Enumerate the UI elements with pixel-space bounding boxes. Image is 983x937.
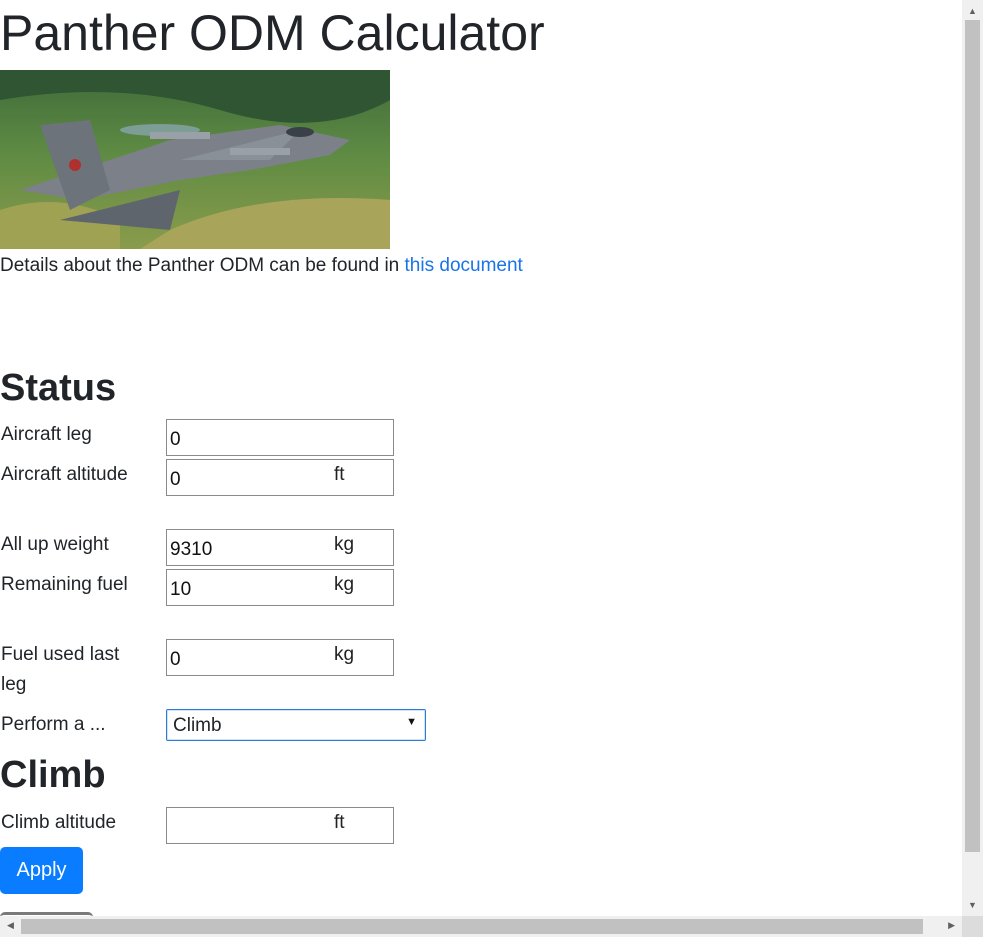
all-up-weight-field[interactable]: kg (166, 529, 394, 566)
intro-text: Details about the Panther ODM can be fou… (0, 254, 523, 278)
vertical-scroll-thumb[interactable] (965, 20, 980, 852)
vertical-scrollbar[interactable]: ▲ ▼ (962, 0, 983, 916)
page-title: Panther ODM Calculator (0, 5, 545, 61)
horizontal-scroll-thumb[interactable] (21, 919, 923, 934)
caret-down-icon: ▼ (406, 716, 417, 728)
fuel-used-last-leg-unit: kg (334, 644, 355, 665)
remaining-fuel-label: Remaining fuel (1, 574, 128, 595)
scroll-down-arrow-icon[interactable]: ▼ (968, 900, 977, 910)
aircraft-altitude-unit: ft (334, 464, 345, 485)
all-up-weight-label: All up weight (1, 534, 109, 555)
fuel-used-last-leg-field[interactable]: kg (166, 639, 394, 676)
fuel-used-last-leg-input[interactable] (167, 640, 317, 675)
status-heading: Status (0, 367, 117, 409)
jet-photo-svg (0, 70, 390, 249)
scroll-up-arrow-icon[interactable]: ▲ (968, 6, 977, 16)
all-up-weight-unit: kg (334, 534, 355, 555)
climb-heading: Climb (0, 754, 106, 796)
climb-altitude-input[interactable] (167, 808, 317, 843)
document-link[interactable]: this document (405, 255, 523, 276)
all-up-weight-input[interactable] (167, 530, 317, 565)
perform-label: Perform a ... (1, 714, 106, 735)
page: Panther ODM Calculator Details about the… (0, 0, 962, 916)
jet-photo (0, 70, 390, 249)
climb-altitude-label: Climb altitude (1, 812, 117, 833)
aircraft-leg-label: Aircraft leg (1, 424, 92, 445)
aircraft-altitude-label: Aircraft altitude (1, 464, 128, 485)
scrollbar-corner (962, 916, 983, 937)
scroll-left-arrow-icon[interactable]: ◀ (7, 920, 14, 931)
remaining-fuel-field[interactable]: kg (166, 569, 394, 606)
aircraft-altitude-field[interactable]: ft (166, 459, 394, 496)
apply-button[interactable]: Apply (0, 847, 83, 894)
aircraft-altitude-input[interactable] (167, 460, 317, 495)
aircraft-leg-input[interactable] (167, 420, 317, 455)
perform-select[interactable]: Climb ▼ (166, 709, 426, 741)
scroll-right-arrow-icon[interactable]: ▶ (948, 920, 955, 931)
climb-altitude-field[interactable]: ft (166, 807, 394, 844)
climb-altitude-unit: ft (334, 812, 345, 833)
remaining-fuel-unit: kg (334, 574, 355, 595)
fuel-used-last-leg-label: Fuel used last leg (1, 644, 120, 695)
remaining-fuel-input[interactable] (167, 570, 317, 605)
perform-selected-value: Climb (173, 715, 222, 736)
horizontal-scrollbar[interactable]: ◀ ▶ (0, 916, 962, 937)
aircraft-leg-field[interactable] (166, 419, 394, 456)
intro-sentence: Details about the Panther ODM can be fou… (0, 255, 405, 276)
